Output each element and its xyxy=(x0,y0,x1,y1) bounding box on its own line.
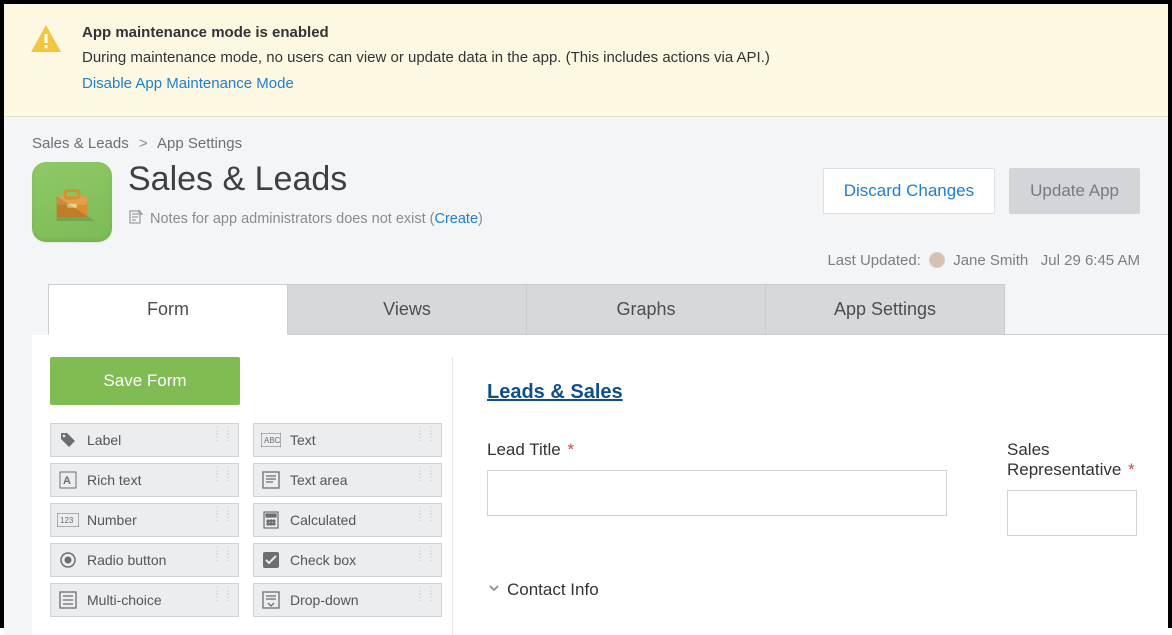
palette-item-richtext[interactable]: A Rich text ⋮⋮⋮⋮ xyxy=(50,463,239,497)
disable-maintenance-link[interactable]: Disable App Maintenance Mode xyxy=(82,73,294,96)
breadcrumb-root[interactable]: Sales & Leads xyxy=(32,135,129,152)
lead-title-input[interactable] xyxy=(487,470,947,516)
breadcrumb-current: App Settings xyxy=(157,135,242,152)
last-updated-time: Jul 29 6:45 AM xyxy=(1041,252,1140,269)
last-updated: Last Updated: Jane Smith Jul 29 6:45 AM xyxy=(4,242,1168,270)
palette-item-radio[interactable]: Radio button ⋮⋮⋮⋮ xyxy=(50,543,239,577)
sales-rep-input[interactable] xyxy=(1007,490,1137,536)
palette-item-number[interactable]: 123 Number ⋮⋮⋮⋮ xyxy=(50,503,239,537)
discard-changes-button[interactable]: Discard Changes xyxy=(823,168,995,214)
palette-item-textarea[interactable]: Text area ⋮⋮⋮⋮ xyxy=(253,463,442,497)
richtext-icon: A xyxy=(57,469,79,491)
tab-form[interactable]: Form xyxy=(48,284,288,335)
avatar xyxy=(929,252,945,268)
warning-icon xyxy=(28,22,64,58)
checkbox-icon xyxy=(260,549,282,571)
save-form-button[interactable]: Save Form xyxy=(50,357,240,405)
banner-description: During maintenance mode, no users can vi… xyxy=(82,47,770,70)
contact-info-section[interactable]: Contact Info xyxy=(487,580,1168,600)
sales-rep-label: Sales Representative * xyxy=(1007,440,1168,480)
calculator-icon xyxy=(260,509,282,531)
multichoice-icon xyxy=(57,589,79,611)
tabs: Form Views Graphs App Settings xyxy=(48,284,1168,335)
palette-item-multichoice[interactable]: Multi-choice ⋮⋮⋮⋮ xyxy=(50,583,239,617)
palette-item-checkbox[interactable]: Check box ⋮⋮⋮⋮ xyxy=(253,543,442,577)
palette-item-label[interactable]: Label ⋮⋮⋮⋮ xyxy=(50,423,239,457)
maintenance-banner: App maintenance mode is enabled During m… xyxy=(4,4,1168,117)
chevron-down-icon xyxy=(487,580,501,600)
section-heading[interactable]: Leads & Sales xyxy=(487,381,1168,404)
lead-title-label: Lead Title * xyxy=(487,440,947,460)
admin-notes: Notes for app administrators does not ex… xyxy=(128,209,823,229)
radio-icon xyxy=(57,549,79,571)
tab-graphs[interactable]: Graphs xyxy=(526,284,766,334)
svg-text:ABC: ABC xyxy=(264,436,281,445)
tab-views[interactable]: Views xyxy=(287,284,527,334)
palette-item-calculated[interactable]: Calculated ⋮⋮⋮⋮ xyxy=(253,503,442,537)
svg-text:123: 123 xyxy=(60,516,74,525)
update-app-button[interactable]: Update App xyxy=(1009,168,1140,214)
palette-item-text[interactable]: ABC Text ⋮⋮⋮⋮ xyxy=(253,423,442,457)
create-note-link[interactable]: Create xyxy=(435,211,479,227)
last-updated-user: Jane Smith xyxy=(953,252,1028,269)
form-canvas: Leads & Sales Lead Title * Sales Represe… xyxy=(452,357,1168,635)
tab-app-settings[interactable]: App Settings xyxy=(765,284,1005,334)
page-title: Sales & Leads xyxy=(128,160,823,199)
app-icon xyxy=(32,162,112,242)
admin-note-text: Notes for app administrators does not ex… xyxy=(150,211,483,227)
breadcrumb-separator: > xyxy=(139,135,148,152)
banner-title: App maintenance mode is enabled xyxy=(82,22,770,45)
textarea-icon xyxy=(260,469,282,491)
svg-text:A: A xyxy=(63,475,71,487)
field-palette: Save Form Label ⋮⋮⋮⋮ ABC Text ⋮⋮⋮⋮ xyxy=(32,357,452,635)
number-icon: 123 xyxy=(57,509,79,531)
note-icon xyxy=(128,209,144,229)
text-icon: ABC xyxy=(260,429,282,451)
dropdown-icon xyxy=(260,589,282,611)
breadcrumb: Sales & Leads > App Settings xyxy=(4,117,1168,162)
tag-icon xyxy=(57,429,79,451)
palette-item-dropdown[interactable]: Drop-down ⋮⋮⋮⋮ xyxy=(253,583,442,617)
